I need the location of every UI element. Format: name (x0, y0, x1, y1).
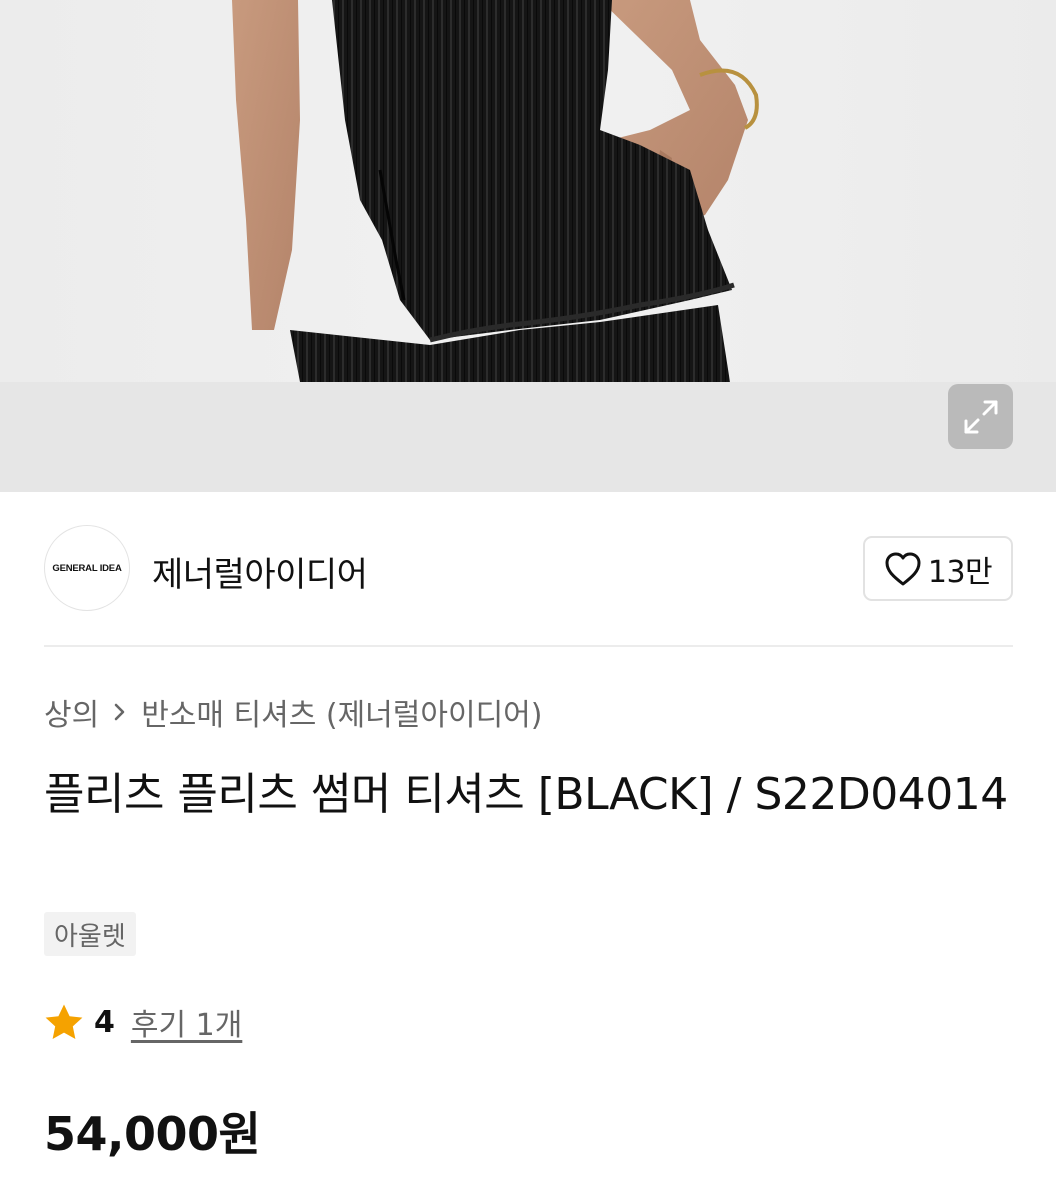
rating-score: 4 (94, 1004, 115, 1040)
divider (44, 645, 1013, 647)
product-price: 54,000원 (44, 1107, 261, 1161)
rating-row: 4 후기 1개 (44, 1000, 242, 1044)
like-count: 13만 (927, 554, 993, 590)
brand-row: GENERAL IDEA 제너럴아이디어 13만 (44, 525, 1013, 611)
brand-logo-text: GENERAL IDEA (52, 562, 122, 574)
product-title: 플리츠 플리츠 썸머 티셔츠 [BLACK] / S22D04014 (44, 769, 1008, 820)
outlet-badge-label: 아울렛 (54, 921, 126, 952)
product-gallery[interactable] (0, 0, 1056, 492)
star-icon (45, 1004, 83, 1039)
brand-name[interactable]: 제너럴아이디어 (152, 547, 368, 596)
brand-logo[interactable]: GENERAL IDEA (44, 525, 130, 611)
expand-arrows-icon (964, 400, 997, 433)
breadcrumb: 상의 반소매 티셔츠 (제너럴아이디어) (44, 690, 542, 734)
outlet-badge: 아울렛 (44, 912, 136, 956)
chevron-right-icon (113, 701, 127, 723)
expand-image-button[interactable] (948, 384, 1013, 449)
heart-outline-icon (885, 552, 921, 585)
product-photo (232, 0, 759, 382)
breadcrumb-category[interactable]: 상의 (44, 690, 99, 734)
breadcrumb-subcategory[interactable]: 반소매 티셔츠 (제너럴아이디어) (141, 690, 542, 734)
like-button[interactable]: 13만 (863, 536, 1013, 601)
review-count-link[interactable]: 후기 1개 (131, 1000, 242, 1044)
